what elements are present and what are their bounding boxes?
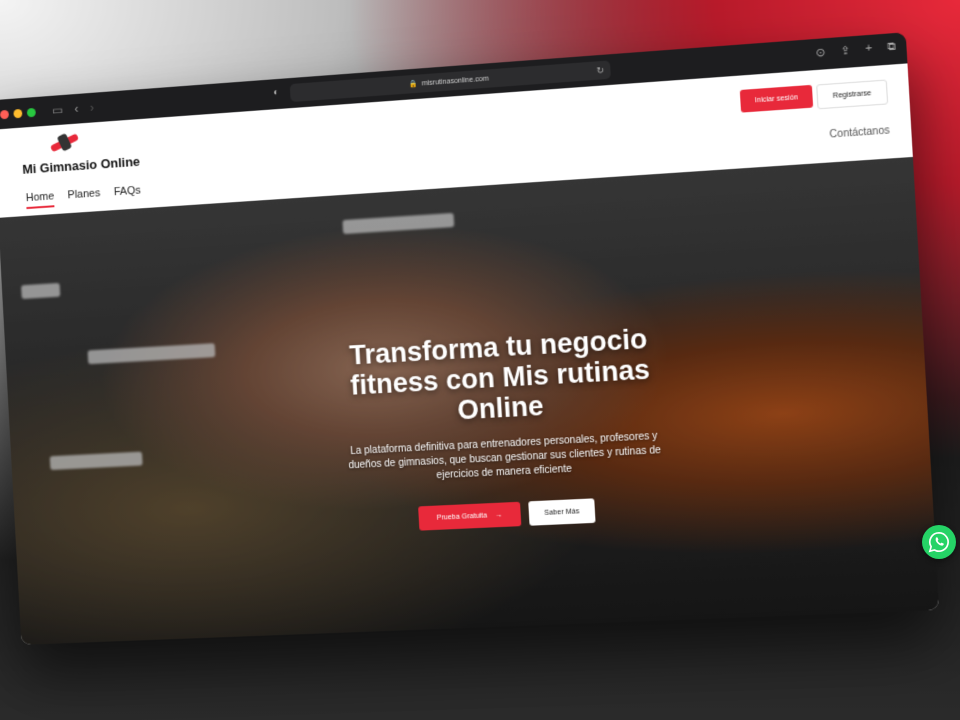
lock-icon: 🔒 [409, 80, 418, 89]
forward-icon[interactable]: › [90, 101, 95, 115]
download-icon[interactable]: ⊙ [815, 45, 826, 59]
new-tab-icon[interactable]: + [865, 42, 873, 56]
close-window-button[interactable] [0, 109, 9, 118]
sidebar-icon[interactable]: ▭ [52, 103, 64, 118]
hero-title: Transforma tu negocio fitness con Mis ru… [329, 322, 672, 431]
toolbar-actions: ⊙ ⇪ + ⧉ [815, 40, 896, 59]
free-trial-button[interactable]: Prueba Gratuita → [418, 502, 521, 531]
screenshot-stage: ▭ ‹ › ◐ 🔒 misrutinasonline.com ↻ ⊙ ⇪ + ⧉… [0, 0, 960, 720]
minimize-window-button[interactable] [13, 108, 22, 117]
url-text: misrutinasonline.com [422, 75, 489, 87]
reload-icon[interactable]: ↻ [596, 64, 604, 76]
nav-item-planes[interactable]: Planes [67, 187, 101, 206]
gym-logo-icon[interactable] [50, 133, 80, 153]
hero-section: Transforma tu negocio fitness con Mis ru… [0, 157, 939, 645]
web-page: Mi Gimnasio Online Iniciar sesión Regist… [0, 63, 939, 644]
tabs-overview-icon[interactable]: ⧉ [887, 40, 896, 54]
privacy-shield-icon[interactable]: ◐ [273, 87, 280, 98]
register-button[interactable]: Registrarse [816, 79, 888, 109]
nav-item-faqs[interactable]: FAQs [114, 185, 142, 204]
whatsapp-icon[interactable] [922, 525, 956, 559]
login-button[interactable]: Iniciar sesión [740, 85, 813, 113]
hero-subtitle: La plataforma definitiva para entrenador… [335, 429, 675, 488]
browser-window: ▭ ‹ › ◐ 🔒 misrutinasonline.com ↻ ⊙ ⇪ + ⧉… [0, 32, 939, 645]
share-icon[interactable]: ⇪ [840, 44, 851, 58]
maximize-window-button[interactable] [27, 107, 36, 116]
nav-links: Home Planes FAQs [26, 185, 142, 210]
back-icon[interactable]: ‹ [74, 102, 79, 116]
hero-content: Transforma tu negocio fitness con Mis ru… [329, 322, 678, 534]
nav-item-home[interactable]: Home [26, 190, 55, 209]
free-trial-label: Prueba Gratuita [437, 512, 488, 521]
learn-more-button[interactable]: Saber Más [528, 498, 595, 525]
arrow-right-icon: → [495, 511, 503, 518]
site-brand[interactable]: Mi Gimnasio Online [22, 154, 140, 177]
